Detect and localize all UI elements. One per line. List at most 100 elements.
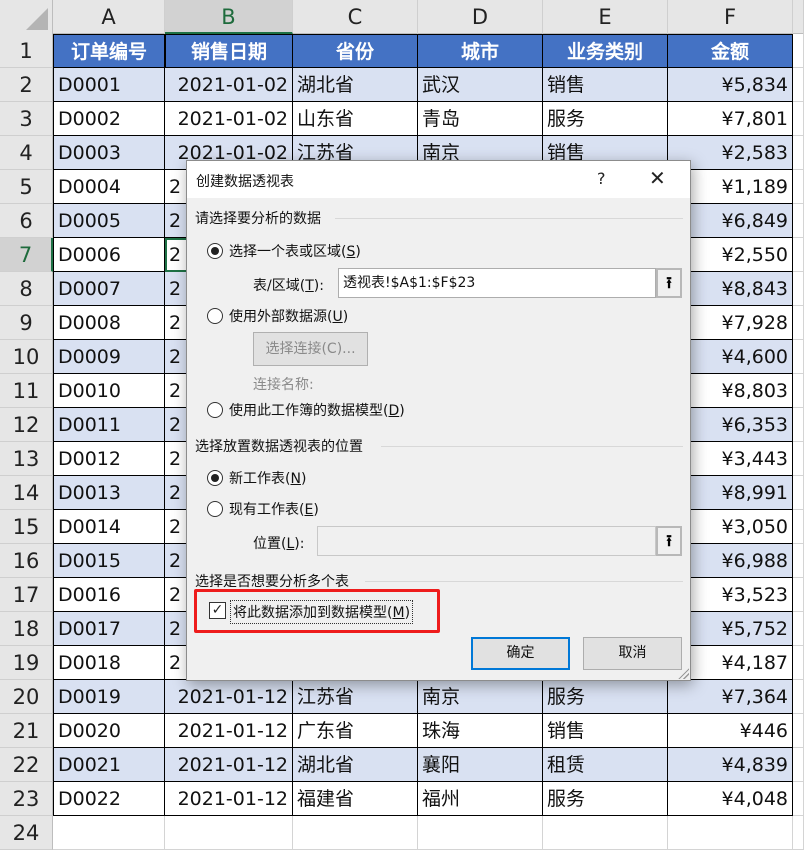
ok-button[interactable]: 确定 — [471, 637, 570, 670]
cell[interactable] — [793, 340, 804, 374]
cell[interactable] — [793, 68, 804, 102]
row-header-22[interactable]: 22 — [0, 748, 53, 782]
cell[interactable]: D0017 — [53, 612, 165, 646]
range-input[interactable]: 透视表!$A$1:$F$23 — [338, 268, 656, 298]
cell[interactable] — [793, 204, 804, 238]
cell[interactable] — [668, 816, 793, 850]
cell[interactable]: 青岛 — [418, 102, 543, 136]
cell[interactable]: D0007 — [53, 272, 165, 306]
cell[interactable]: D0010 — [53, 374, 165, 408]
row-header-12[interactable]: 12 — [0, 408, 53, 442]
cell[interactable]: 2021-01-02 — [165, 102, 293, 136]
cell[interactable] — [793, 306, 804, 340]
choose-connection-button[interactable]: 选择连接(C)... — [253, 332, 368, 366]
cell[interactable] — [793, 544, 804, 578]
row-header-4[interactable]: 4 — [0, 136, 53, 170]
row-header-19[interactable]: 19 — [0, 646, 53, 680]
cell[interactable] — [793, 272, 804, 306]
cell[interactable]: 山东省 — [293, 102, 418, 136]
cell[interactable] — [165, 816, 293, 850]
column-header-c[interactable]: C — [293, 0, 418, 34]
header-cell[interactable]: 省份 — [293, 34, 418, 68]
cell[interactable] — [793, 34, 804, 68]
cell[interactable] — [793, 782, 804, 816]
cell[interactable]: 湖北省 — [293, 748, 418, 782]
cell[interactable]: 广东省 — [293, 714, 418, 748]
cell[interactable] — [418, 816, 543, 850]
cell[interactable]: D0022 — [53, 782, 165, 816]
row-header-7[interactable]: 7 — [0, 238, 53, 272]
cell[interactable]: 2021-01-12 — [165, 748, 293, 782]
cell[interactable]: 2021-01-02 — [165, 68, 293, 102]
cell[interactable]: 销售 — [543, 68, 668, 102]
row-header-17[interactable]: 17 — [0, 578, 53, 612]
row-header-2[interactable]: 2 — [0, 68, 53, 102]
row-header-6[interactable]: 6 — [0, 204, 53, 238]
row-header-20[interactable]: 20 — [0, 680, 53, 714]
cell[interactable]: D0002 — [53, 102, 165, 136]
cell[interactable] — [293, 816, 418, 850]
radio-data-model[interactable]: 使用此工作簿的数据模型(D) — [207, 400, 405, 420]
row-header-3[interactable]: 3 — [0, 102, 53, 136]
cell[interactable] — [793, 680, 804, 714]
row-header-24[interactable]: 24 — [0, 816, 53, 850]
cell[interactable]: D0008 — [53, 306, 165, 340]
radio-select-range[interactable]: 选择一个表或区域(S) — [207, 241, 361, 261]
cell[interactable]: 销售 — [543, 714, 668, 748]
cell[interactable] — [793, 102, 804, 136]
cell[interactable]: D0019 — [53, 680, 165, 714]
row-header-23[interactable]: 23 — [0, 782, 53, 816]
row-header-15[interactable]: 15 — [0, 510, 53, 544]
cell[interactable] — [793, 748, 804, 782]
row-header-8[interactable]: 8 — [0, 272, 53, 306]
row-header-16[interactable]: 16 — [0, 544, 53, 578]
cell[interactable]: ¥4,839 — [668, 748, 793, 782]
cell[interactable]: D0020 — [53, 714, 165, 748]
cell[interactable]: 福建省 — [293, 782, 418, 816]
column-header-e[interactable]: E — [543, 0, 668, 34]
location-collapse-button[interactable]: ⭱ — [656, 526, 682, 556]
add-to-data-model-checkbox[interactable]: ✓ — [209, 602, 226, 619]
cell[interactable] — [793, 442, 804, 476]
add-to-data-model-label[interactable]: 将此数据添加到数据模型(M) — [230, 600, 414, 624]
header-cell[interactable]: 订单编号 — [53, 34, 165, 68]
cell[interactable] — [793, 374, 804, 408]
row-header-5[interactable]: 5 — [0, 170, 53, 204]
cell[interactable] — [793, 714, 804, 748]
cell[interactable] — [793, 476, 804, 510]
cell[interactable]: D0015 — [53, 544, 165, 578]
radio-existing-worksheet[interactable]: 现有工作表(E) — [207, 499, 319, 519]
row-header-21[interactable]: 21 — [0, 714, 53, 748]
cell[interactable]: 福州 — [418, 782, 543, 816]
cell[interactable]: ¥7,364 — [668, 680, 793, 714]
cell[interactable] — [793, 170, 804, 204]
cell[interactable] — [793, 238, 804, 272]
cell[interactable]: D0021 — [53, 748, 165, 782]
cell[interactable]: 2021-01-12 — [165, 714, 293, 748]
cell[interactable]: D0016 — [53, 578, 165, 612]
cell[interactable]: 租赁 — [543, 748, 668, 782]
cell[interactable]: 2021-01-12 — [165, 680, 293, 714]
header-cell[interactable]: 城市 — [418, 34, 543, 68]
select-all-corner[interactable] — [0, 0, 53, 34]
cancel-button[interactable]: 取消 — [583, 637, 682, 670]
radio-external-source[interactable]: 使用外部数据源(U) — [207, 306, 348, 326]
cell[interactable]: 江苏省 — [293, 680, 418, 714]
row-header-10[interactable]: 10 — [0, 340, 53, 374]
cell[interactable]: D0001 — [53, 68, 165, 102]
cell[interactable]: 湖北省 — [293, 68, 418, 102]
cell[interactable]: D0013 — [53, 476, 165, 510]
cell[interactable]: 2021-01-12 — [165, 782, 293, 816]
cell[interactable] — [543, 816, 668, 850]
row-header-9[interactable]: 9 — [0, 306, 53, 340]
column-header-b[interactable]: B — [165, 0, 293, 34]
cell[interactable]: D0009 — [53, 340, 165, 374]
cell[interactable]: 武汉 — [418, 68, 543, 102]
column-header-g[interactable] — [793, 0, 804, 34]
cell[interactable] — [793, 578, 804, 612]
cell[interactable] — [793, 816, 804, 850]
cell[interactable]: ¥4,048 — [668, 782, 793, 816]
radio-new-worksheet[interactable]: 新工作表(N) — [207, 468, 306, 488]
cell[interactable]: ¥7,801 — [668, 102, 793, 136]
cell[interactable] — [793, 510, 804, 544]
